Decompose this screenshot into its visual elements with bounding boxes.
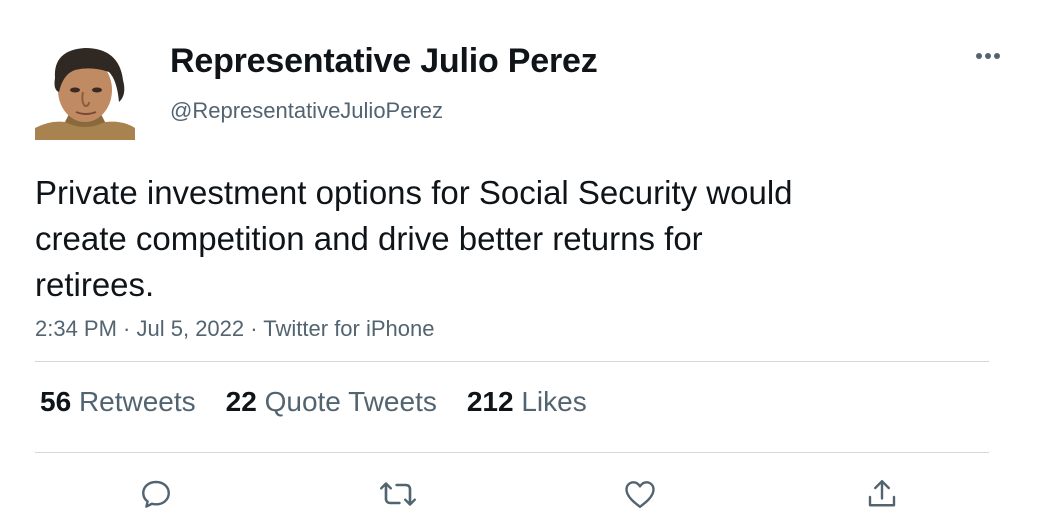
retweets-stat[interactable]: 56 Retweets [40,386,196,418]
divider [35,452,989,453]
retweet-button[interactable] [378,474,418,514]
tweet-timestamp[interactable]: 2:34 PM · Jul 5, 2022 [35,316,244,341]
user-handle[interactable]: @RepresentativeJulioPerez [170,98,443,124]
more-dots-icon [976,53,1000,59]
divider [35,361,989,362]
tweet-source-link[interactable]: Twitter for iPhone [263,316,434,341]
like-button[interactable] [620,474,660,514]
tweet-text-line: Private investment options for Social Se… [35,174,793,211]
likes-stat[interactable]: 212 Likes [467,386,587,418]
tweet-stats: 56 Retweets 22 Quote Tweets 212 Likes [40,386,587,418]
tweet-text-line: retirees. [35,266,155,303]
quote-tweets-label: Quote Tweets [264,386,437,417]
retweet-icon [380,482,416,506]
retweets-count: 56 [40,386,72,417]
tweet-time: 2:34 PM [35,316,117,341]
tweet-text-line: create competition and drive better retu… [35,220,703,257]
heart-icon [625,481,655,508]
likes-label: Likes [521,386,587,417]
more-options-button[interactable] [968,42,1008,70]
meta-separator: · [244,316,264,341]
display-name[interactable]: Representative Julio Perez [170,42,598,81]
avatar-photo [35,40,135,140]
quote-tweets-stat[interactable]: 22 Quote Tweets [226,386,437,418]
likes-count: 212 [466,386,514,417]
share-icon [868,480,896,507]
quote-tweets-count: 22 [225,386,257,417]
meta-separator: · [116,316,137,341]
reply-button[interactable] [136,474,176,514]
tweet-text: Private investment options for Social Se… [35,170,915,308]
tweet-meta: 2:34 PM · Jul 5, 2022 · Twitter for iPho… [35,316,434,342]
retweets-label: Retweets [78,386,196,417]
tweet-date: Jul 5, 2022 [136,316,245,341]
avatar[interactable] [35,40,135,140]
share-button[interactable] [862,474,902,514]
reply-icon [142,480,170,508]
